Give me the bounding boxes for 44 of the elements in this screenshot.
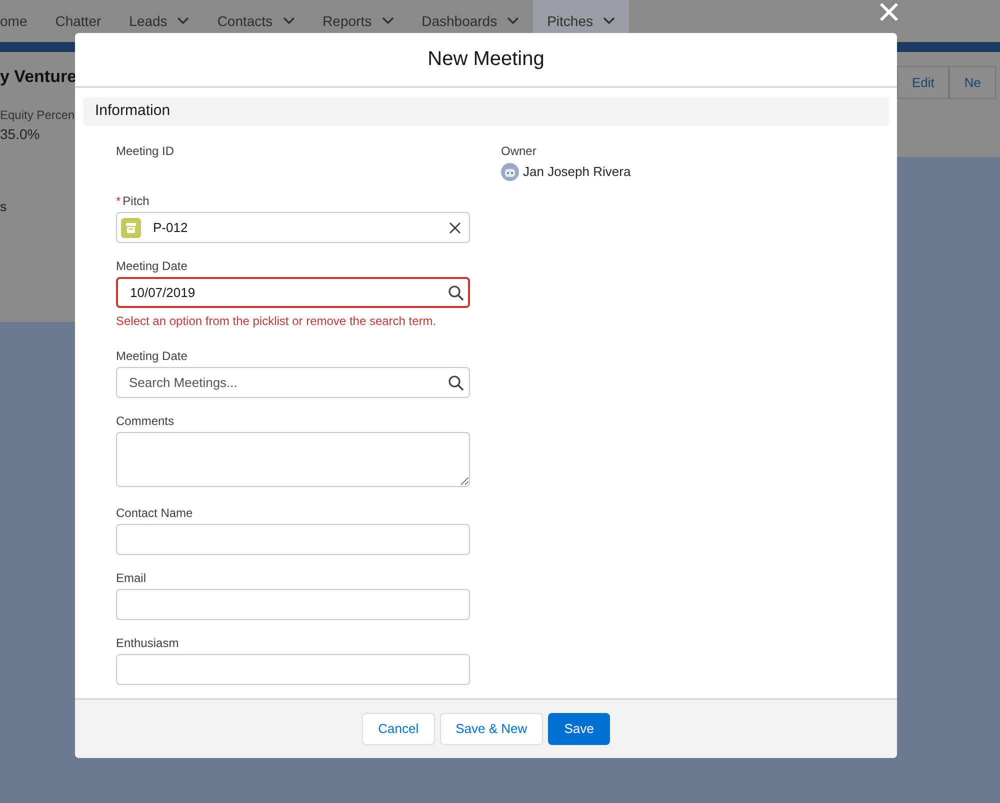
chevron-down-icon[interactable] (507, 17, 520, 25)
modal-title: New Meeting (428, 47, 544, 72)
footer-button[interactable]: Save & New (440, 712, 544, 745)
field-label: Equity Percen (0, 106, 76, 124)
search-icon[interactable] (448, 374, 464, 391)
field-label: Contact Name (116, 504, 193, 521)
nav-tab[interactable]: Chatter (41, 0, 116, 42)
field-label: Meeting Date (116, 258, 188, 274)
save-button[interactable]: Save (548, 712, 610, 745)
nav-tab[interactable]: Dashboards (408, 0, 534, 42)
chevron-down-icon[interactable] (282, 17, 295, 25)
field-label: Email (116, 570, 146, 586)
avatar-icon (501, 162, 519, 180)
box-icon (121, 218, 141, 238)
field-label: * Pitch (116, 192, 150, 209)
field-label: Meeting ID (116, 142, 174, 159)
nav-tab[interactable]: ome (0, 0, 42, 42)
field-value: 35.0% (0, 124, 41, 144)
section-header: Information (83, 96, 889, 126)
lookup-field[interactable]: P-012 (116, 212, 470, 243)
action-button[interactable]: Ne (949, 66, 996, 99)
input-field[interactable] (116, 524, 470, 555)
field-label: Owner (501, 142, 536, 159)
nav-tab[interactable]: Contacts (203, 0, 309, 42)
chevron-down-icon[interactable] (603, 17, 616, 25)
search-field[interactable]: 10/07/2019 (116, 276, 470, 308)
action-button[interactable]: Edit (897, 66, 950, 99)
nav-tab[interactable]: Reports (308, 0, 408, 42)
footer-button[interactable]: Cancel (362, 712, 435, 745)
error-message: Select an option from the picklist or remove the search term. (116, 312, 438, 329)
tab-label: s (0, 198, 8, 216)
field-label: Enthusiasm (116, 634, 179, 651)
chevron-down-icon[interactable] (382, 17, 394, 25)
input-field[interactable] (116, 588, 470, 620)
input-field[interactable] (116, 654, 470, 685)
clear-icon[interactable] (449, 222, 461, 234)
nav-tab[interactable]: Leads (115, 0, 204, 42)
record-title: y Venture (0, 66, 77, 88)
chevron-down-icon[interactable] (177, 17, 190, 25)
search-field[interactable]: Search Meetings... (116, 366, 470, 398)
search-icon[interactable] (448, 284, 464, 301)
owner-link[interactable]: Jan Joseph Rivera (523, 162, 631, 182)
field-label: Comments (116, 412, 174, 429)
field-label: Meeting Date (116, 348, 188, 364)
